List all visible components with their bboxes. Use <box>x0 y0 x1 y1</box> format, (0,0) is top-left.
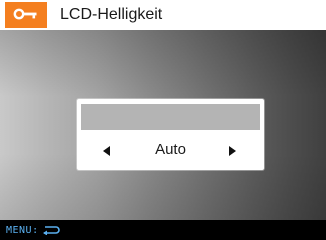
title-bar: LCD-Helligkeit <box>0 0 326 30</box>
brightness-dialog: Auto <box>77 99 264 170</box>
menu-hint-label: MENU: <box>6 224 39 236</box>
next-option-button[interactable] <box>224 142 240 158</box>
return-arrow-icon[interactable] <box>42 225 60 235</box>
bottom-hint-bar: MENU: <box>0 220 326 240</box>
dialog-header-bar <box>81 104 260 130</box>
right-triangle-icon <box>228 141 236 160</box>
wrench-icon <box>13 6 39 25</box>
value-selector: Auto <box>77 135 264 165</box>
page-title: LCD-Helligkeit <box>60 6 163 23</box>
settings-tab[interactable] <box>5 2 47 28</box>
camera-settings-screen: LCD-Helligkeit Auto MENU: <box>0 0 326 240</box>
